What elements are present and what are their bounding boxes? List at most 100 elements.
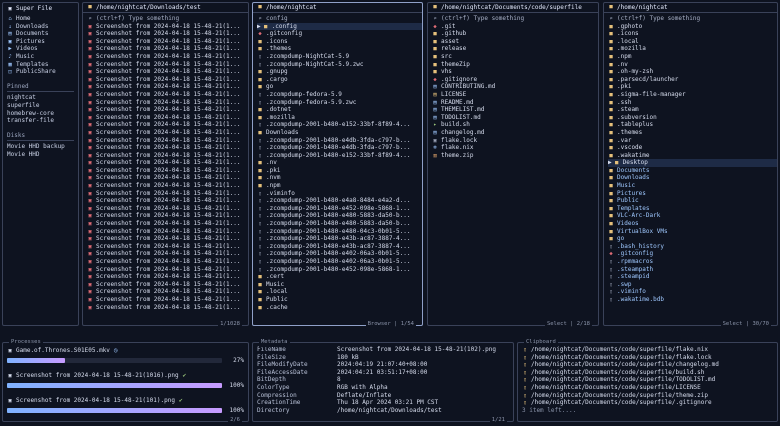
- file-panel-downloads[interactable]: ■/home/nightcat/Downloads/test ⌕ (ctrl+f) …: [82, 2, 249, 329]
- file-item[interactable]: ■ Music: [608, 182, 777, 190]
- file-item[interactable]: ▣ Screenshot from 2024-04-18 15-48-21(1..…: [87, 281, 248, 289]
- file-item[interactable]: ▯ .zcompdump-2001-b480-e43b-ac87-3887-4..…: [257, 235, 422, 243]
- file-item[interactable]: ▣ Screenshot from 2024-04-18 15-48-21(1..…: [87, 190, 248, 198]
- file-item[interactable]: ◆ .gitignore: [432, 76, 598, 84]
- file-item[interactable]: ■ src: [432, 53, 598, 61]
- file-item[interactable]: ◆ .git: [432, 23, 598, 31]
- clipboard-item[interactable]: ▯ /home/nightcat/Documents/code/superfile…: [522, 392, 773, 400]
- file-item[interactable]: ▣ Screenshot from 2024-04-18 15-48-21(1..…: [87, 250, 248, 258]
- file-item[interactable]: ▯ .bash_history: [608, 243, 777, 251]
- file-item[interactable]: ▣ Screenshot from 2024-04-18 15-48-21(1..…: [87, 220, 248, 228]
- file-item[interactable]: ▯ .zcompdump-2001-b480-e480-5883-da50-b..…: [257, 212, 422, 220]
- file-item[interactable]: ▤ CONTRIBUTING.md: [432, 83, 598, 91]
- file-item[interactable]: ▣ Screenshot from 2024-04-18 15-48-21(1..…: [87, 167, 248, 175]
- file-item[interactable]: ■ .nvm: [257, 174, 422, 182]
- file-item[interactable]: ■ .themes: [257, 45, 422, 53]
- file-item[interactable]: ▣ Screenshot from 2024-04-18 15-48-21(1..…: [87, 91, 248, 99]
- file-item[interactable]: ◆ .gitconfig: [257, 30, 422, 38]
- file-item[interactable]: ■ .icons: [608, 30, 777, 38]
- sidebar-item-videos[interactable]: ▶ Videos: [7, 45, 78, 53]
- panel-search-input[interactable]: ⌕ (ctrl+f) Type something: [604, 15, 777, 23]
- file-item[interactable]: ▯ .wakatime.bdb: [608, 296, 777, 304]
- file-item[interactable]: ■ go: [608, 235, 777, 243]
- file-item[interactable]: ▣ Screenshot from 2024-04-18 15-48-21(1..…: [87, 197, 248, 205]
- file-item[interactable]: ▯ .zcompdump-2001-b480-e480-04c3-0b01-5..…: [257, 228, 422, 236]
- pinned-item[interactable]: homebrew-core: [7, 110, 78, 118]
- file-item[interactable]: ■ .subversion: [608, 114, 777, 122]
- file-item[interactable]: ■ .themes: [608, 129, 777, 137]
- file-item[interactable]: ▯ .swp: [608, 281, 777, 289]
- file-item[interactable]: ■ .steam: [608, 106, 777, 114]
- file-item[interactable]: ▣ Screenshot from 2024-04-18 15-48-21(1..…: [87, 76, 248, 84]
- file-item[interactable]: ■ release: [432, 45, 598, 53]
- file-item[interactable]: ■ asset: [432, 38, 598, 46]
- file-item[interactable]: ■ .pki: [608, 83, 777, 91]
- file-item[interactable]: ▯ .zcompdump-2001-b480-e4a8-8484-e4a2-d..…: [257, 197, 422, 205]
- file-item[interactable]: ▣ Screenshot from 2024-04-18 15-48-21(1..…: [87, 68, 248, 76]
- file-item[interactable]: ▯ .zcompdump-fedora-5.9: [257, 91, 422, 99]
- file-item[interactable]: ▣ Screenshot from 2024-04-18 15-48-21(1..…: [87, 288, 248, 296]
- file-item[interactable]: ◆ .gitconfig: [608, 250, 777, 258]
- file-panel-superfile[interactable]: ■/home/nightcat/Documents/code/superfile…: [427, 2, 599, 329]
- file-item[interactable]: ■ .mozilla: [608, 45, 777, 53]
- sidebar-item-pictures[interactable]: ▣ Pictures: [7, 38, 78, 46]
- file-item[interactable]: ▣ Screenshot from 2024-04-18 15-48-21(1..…: [87, 235, 248, 243]
- clipboard-item[interactable]: ▯ /home/nightcat/Documents/code/superfile…: [522, 354, 773, 362]
- file-item[interactable]: ■ Templates: [608, 205, 777, 213]
- file-item[interactable]: ▯ .rpmmacros: [608, 258, 777, 266]
- file-item[interactable]: ▣ Screenshot from 2024-04-18 15-48-21(1..…: [87, 99, 248, 107]
- file-item[interactable]: ■ go: [257, 83, 422, 91]
- panel-search-input[interactable]: ⌕ (ctrl+f) Type something: [428, 15, 598, 23]
- file-item[interactable]: ■ Pictures: [608, 190, 777, 198]
- sidebar-item-home[interactable]: ⌂ Home: [7, 15, 78, 23]
- file-item[interactable]: ■ .cert: [257, 273, 422, 281]
- file-item[interactable]: ▣ Screenshot from 2024-04-18 15-48-21(1..…: [87, 83, 248, 91]
- file-item[interactable]: ■ .gnupg: [257, 68, 422, 76]
- file-item[interactable]: ▣ Screenshot from 2024-04-18 15-48-21(1..…: [87, 61, 248, 69]
- file-item[interactable]: ▤ TODOLIST.md: [432, 114, 598, 122]
- file-item[interactable]: ▯ .zcompdump-2001-b480-e4db-3fda-c797-b..…: [257, 137, 422, 145]
- file-item[interactable]: ▯ .zcompdump-fedora-5.9.zwc: [257, 99, 422, 107]
- file-item[interactable]: ■ .icons: [257, 38, 422, 46]
- file-item[interactable]: ▣ Screenshot from 2024-04-18 15-48-21(1..…: [87, 174, 248, 182]
- file-item[interactable]: ■ .cargo: [257, 76, 422, 84]
- file-item[interactable]: ▸ build.sh: [432, 121, 598, 129]
- file-item[interactable]: ■ vhs: [432, 68, 598, 76]
- file-item[interactable]: ▤ LICENSE: [432, 91, 598, 99]
- file-item[interactable]: ▣ Screenshot from 2024-04-18 15-48-21(1..…: [87, 23, 248, 31]
- file-item[interactable]: ▣ Screenshot from 2024-04-18 15-48-21(1..…: [87, 266, 248, 274]
- sidebar-item-publicshare[interactable]: ◫ PublicShare: [7, 68, 78, 76]
- file-item[interactable]: ■ Downloads: [257, 129, 422, 137]
- file-item[interactable]: ■ .local: [257, 288, 422, 296]
- file-item[interactable]: ▣ Screenshot from 2024-04-18 15-48-21(1..…: [87, 137, 248, 145]
- file-item[interactable]: ▣ Screenshot from 2024-04-18 15-48-21(1..…: [87, 114, 248, 122]
- file-item[interactable]: ▣ Screenshot from 2024-04-18 15-48-21(1..…: [87, 304, 248, 312]
- file-item[interactable]: ▣ Screenshot from 2024-04-18 15-48-21(1..…: [87, 205, 248, 213]
- file-item[interactable]: ■ .npm: [608, 53, 777, 61]
- clipboard-item[interactable]: ▯ /home/nightcat/Documents/code/superfile…: [522, 384, 773, 392]
- file-item[interactable]: ▣ Screenshot from 2024-04-18 15-48-21(1..…: [87, 38, 248, 46]
- clipboard-item[interactable]: ▯ /home/nightcat/Documents/code/superfile…: [522, 346, 773, 354]
- file-item[interactable]: ■ .sigma-file-manager: [608, 91, 777, 99]
- file-item[interactable]: ▣ flake.lock: [432, 137, 598, 145]
- file-item[interactable]: ▯ .zcompdump-2001-b480-e452-098e-5868-1..…: [257, 266, 422, 274]
- file-item[interactable]: ▣ Screenshot from 2024-04-18 15-48-21(1..…: [87, 243, 248, 251]
- file-item[interactable]: ▯ .zcompdump-NightCat-5.9: [257, 53, 422, 61]
- file-item[interactable]: ▣ Screenshot from 2024-04-18 15-48-21(1..…: [87, 53, 248, 61]
- clipboard-item[interactable]: ▯ /home/nightcat/Documents/code/superfile…: [522, 369, 773, 377]
- clipboard-item[interactable]: ▯ /home/nightcat/Documents/code/superfile…: [522, 399, 773, 407]
- file-item[interactable]: ❄ flake.nix: [432, 144, 598, 152]
- file-item[interactable]: ▣ Screenshot from 2024-04-18 15-48-21(1..…: [87, 212, 248, 220]
- sidebar-item-documents[interactable]: ▤ Documents: [7, 30, 78, 38]
- file-item[interactable]: ▯ .zcompdump-2001-b480-e402-06a3-0b01-5..…: [257, 258, 422, 266]
- file-item[interactable]: ▯ .zcompdump-2001-b480-e480-5883-da50-b..…: [257, 220, 422, 228]
- file-item[interactable]: ■ Downloads: [608, 174, 777, 182]
- file-item[interactable]: ▣ Screenshot from 2024-04-18 15-48-21(1..…: [87, 228, 248, 236]
- file-item[interactable]: ▣ Screenshot from 2024-04-18 15-48-21(1..…: [87, 296, 248, 304]
- file-item[interactable]: ■ Videos: [608, 220, 777, 228]
- file-item[interactable]: ▣ Screenshot from 2024-04-18 15-48-21(1..…: [87, 106, 248, 114]
- file-item[interactable]: ▣ Screenshot from 2024-04-18 15-48-21(1..…: [87, 152, 248, 160]
- file-item[interactable]: ▯ .zcompdump-2001-b480-e43b-ac87-3887-4..…: [257, 243, 422, 251]
- file-item[interactable]: ■ .nv: [257, 159, 422, 167]
- sidebar-item-downloads[interactable]: ↓ Downloads: [7, 23, 78, 31]
